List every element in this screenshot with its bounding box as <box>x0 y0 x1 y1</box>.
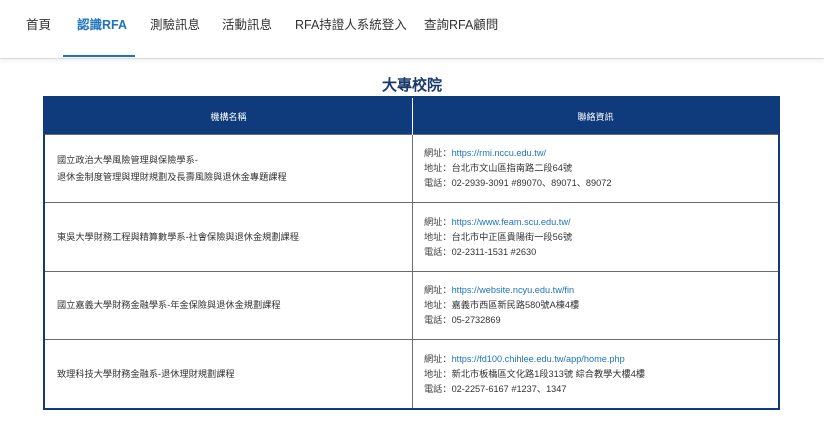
address-value: 台北市文山區指南路二段64號 <box>451 163 573 174</box>
address-label: 地址： <box>424 163 452 174</box>
top-navigation: 首頁 認識RFA 測驗訊息 活動訊息 RFA持證人系統登入 查詢RFA顧問 <box>0 0 824 59</box>
institution-table: 機構名稱 聯絡資訊 國立政治大學風險管理與保險學系- 退休金制度管理與理財規劃及… <box>43 96 780 410</box>
website-label: 網址： <box>424 353 452 364</box>
institution-name: 致理科技大學財務金融系-退休理財規劃課程 <box>45 339 413 408</box>
phone-value: 05-2732869 <box>451 314 501 325</box>
address-value: 台北市中正區貴陽街一段56號 <box>451 231 573 242</box>
nav-item-exam-info[interactable]: 測驗訊息 <box>150 14 200 33</box>
contact-info: 網址：https://fd100.chihlee.edu.tw/app/home… <box>412 339 778 408</box>
phone-value: 02-2257-6167 #1237、1347 <box>451 383 567 394</box>
institution-name: 東吳大學財務工程與精算數學系-社會保險與退休金規劃課程 <box>45 202 413 272</box>
address-label: 地址： <box>424 368 452 379</box>
section-title: 大專校院 <box>381 77 442 94</box>
website-label: 網址： <box>424 216 452 227</box>
table-row: 國立嘉義大學財務金融學系-年金保險與退休金規劃課程 網址：https://web… <box>45 270 778 340</box>
website-link[interactable]: https://www.feam.scu.edu.tw/ <box>452 217 571 227</box>
table-row: 致理科技大學財務金融系-退休理財規劃課程 網址：https://fd100.ch… <box>45 339 778 408</box>
institution-name-line: 致理科技大學財務金融系-退休理財規劃課程 <box>57 368 235 379</box>
phone-label: 電話： <box>424 246 452 257</box>
nav-item-about-rfa[interactable]: 認識RFA <box>77 14 127 33</box>
phone-label: 電話： <box>424 178 452 189</box>
institution-name: 國立嘉義大學財務金融學系-年金保險與退休金規劃課程 <box>45 270 413 340</box>
nav-item-holder-login[interactable]: RFA持證人系統登入 <box>295 14 407 33</box>
institution-name-line: 東吳大學財務工程與精算數學系-社會保險與退休金規劃課程 <box>57 231 299 242</box>
table-row: 國立政治大學風險管理與保險學系- 退休金制度管理與理財規劃及長壽風險與退休金專題… <box>45 133 778 203</box>
institution-name-line: 國立政治大學風險管理與保險學系- <box>57 154 198 165</box>
contact-info: 網址：https://www.feam.scu.edu.tw/ 地址：台北市中正… <box>412 202 778 272</box>
website-link[interactable]: https://fd100.chihlee.edu.tw/app/home.ph… <box>452 354 625 364</box>
contact-info: 網址：https://website.ncyu.edu.tw/fin 地址：嘉義… <box>412 270 778 340</box>
nav-item-find-advisor[interactable]: 查詢RFA顧問 <box>424 14 498 33</box>
phone-value: 02-2939-3091 #89070、89071、89072 <box>451 178 612 189</box>
website-link[interactable]: https://rmi.nccu.edu.tw/ <box>452 148 546 158</box>
header-institution-name: 機構名稱 <box>45 98 413 135</box>
active-tab-indicator <box>63 55 135 57</box>
website-link[interactable]: https://website.ncyu.edu.tw/fin <box>452 285 575 295</box>
phone-label: 電話： <box>424 383 452 394</box>
phone-value: 02-2311-1531 #2630 <box>451 246 537 257</box>
address-label: 地址： <box>424 299 452 310</box>
institution-name-line: 國立嘉義大學財務金融學系-年金保險與退休金規劃課程 <box>57 299 281 310</box>
header-contact-info: 聯絡資訊 <box>412 98 778 135</box>
contact-info: 網址：https://rmi.nccu.edu.tw/ 地址：台北市文山區指南路… <box>412 133 778 203</box>
website-label: 網址： <box>424 284 452 295</box>
nav-item-home[interactable]: 首頁 <box>26 14 51 33</box>
website-label: 網址： <box>424 148 452 159</box>
address-label: 地址： <box>424 231 452 242</box>
address-value: 嘉義市西區新民路580號A棟4樓 <box>451 299 580 310</box>
phone-label: 電話： <box>424 314 452 325</box>
address-value: 新北市板橋區文化路1段313號 綜合教學大樓4樓 <box>451 368 646 379</box>
institution-name-line: 退休金制度管理與理財規劃及長壽風險與退休金專題課程 <box>57 171 287 182</box>
nav-item-event-info[interactable]: 活動訊息 <box>222 14 272 33</box>
institution-name: 國立政治大學風險管理與保險學系- 退休金制度管理與理財規劃及長壽風險與退休金專題… <box>45 133 413 203</box>
table-row: 東吳大學財務工程與精算數學系-社會保險與退休金規劃課程 網址：https://w… <box>45 202 778 272</box>
